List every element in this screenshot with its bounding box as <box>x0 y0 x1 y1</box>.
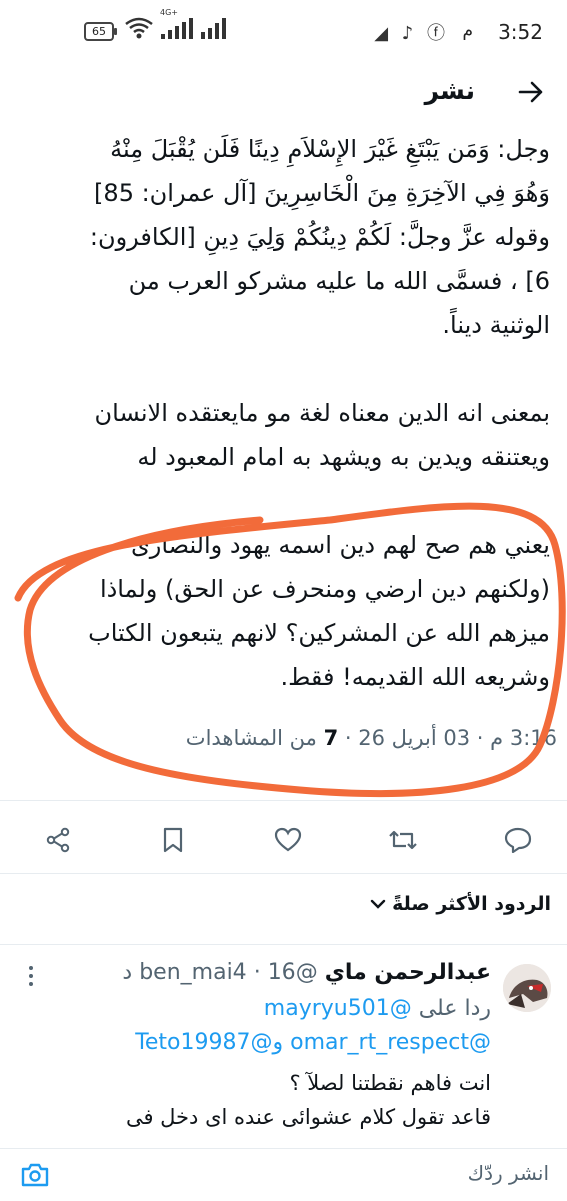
reply-header: عبدالرحمن ماي @ben_mai4 · 16 د <box>122 960 491 985</box>
retweet-button[interactable] <box>383 820 423 860</box>
page-title: نشر <box>424 76 475 105</box>
chevron-down-icon <box>370 899 386 909</box>
reply-line: انت فاهم نقطتنا لصلآ ؟ <box>289 1071 491 1095</box>
reply-text: انت فاهم نقطتنا لصلآ ؟ قاعد تقول كلام عش… <box>21 1066 491 1134</box>
tweet-line: ويعتنقه ويدين به ويشهد به امام المعبود ل… <box>137 443 550 471</box>
tweet-line: يعني هم صح لهم دين اسمه يهود والنصارى <box>130 531 550 559</box>
reply-mentions[interactable]: @omar_rt_respect و@Teto19987 <box>135 1030 491 1055</box>
tweet-line: وجل: وَمَن يَبْتَغِ غَيْرَ الإِسْلاَمِ د… <box>110 135 550 163</box>
tweet-line: (ولكنهم دين ارضي ومنحرف عن الحق) ولماذا <box>99 575 550 603</box>
reply-button[interactable] <box>498 820 538 860</box>
signal-icon-2 <box>201 18 226 39</box>
tweet-line: بمعنى انه الدين معناه لغة مو مايعتقده ال… <box>94 399 550 427</box>
avatar[interactable] <box>503 964 551 1012</box>
reply-line: قاعد تقول كلام عشوائى عنده اى دخل فى <box>125 1105 491 1129</box>
tweet-line: وقوله عزَّ وجلَّ: لَكُمْ دِينُكُمْ وَلِي… <box>89 223 550 251</box>
tweet-text: وجل: وَمَن يَبْتَغِ غَيْرَ الإِسْلاَمِ د… <box>20 127 550 699</box>
retweet-icon <box>389 830 417 850</box>
camera-icon[interactable] <box>20 1161 50 1189</box>
share-button[interactable] <box>38 820 78 860</box>
like-button[interactable] <box>268 820 308 860</box>
tweet-line: ميزهم الله عن المشركين؟ لانهم يتبعون الك… <box>88 619 550 647</box>
divider <box>0 800 567 801</box>
share-icon <box>46 827 70 853</box>
reply-input[interactable]: انشر ردّك <box>468 1161 549 1185</box>
replying-to-prefix: ردا على <box>418 996 491 1021</box>
heart-icon <box>274 827 302 852</box>
views-label: من المشاهدات <box>185 726 317 750</box>
tweet-time: 3:16 م <box>490 726 557 750</box>
notification-icons: ◢ ♪ ⓕ <box>374 23 449 44</box>
tweet-line: وَهُوَ فِي الآخِرَةِ مِنَ الْخَاسِرِينَ … <box>94 179 550 207</box>
battery-indicator: 65 <box>84 22 117 41</box>
divider <box>0 873 567 874</box>
tweet-line: 6] ، فسمَّى الله ما عليه مشركو العرب من <box>128 267 550 295</box>
back-button[interactable] <box>511 72 551 112</box>
status-ampm: م <box>462 21 473 41</box>
signal-icon <box>161 18 193 39</box>
views-count: 7 <box>323 726 339 750</box>
more-options-icon[interactable] <box>26 964 36 988</box>
bookmark-button[interactable] <box>153 820 193 860</box>
bookmark-icon <box>163 827 183 853</box>
divider <box>0 944 567 945</box>
tweet-date: 03 أبريل 26 <box>358 726 471 750</box>
replies-sort-selector[interactable]: الردود الأكثر صلةً <box>370 893 551 915</box>
avatar-image <box>503 964 551 1012</box>
tweet-actions <box>0 810 567 870</box>
tweet-line: الوثنية ديناً. <box>442 311 550 339</box>
comment-icon <box>504 827 532 853</box>
reply-composer[interactable]: انشر ردّك <box>0 1148 567 1201</box>
replying-to: ردا على @mayryu501 <box>264 996 491 1021</box>
top-app-bar: نشر <box>0 62 567 122</box>
tweet-meta: 3:16 م · 03 أبريل 26 · 7 من المشاهدات <box>185 726 557 750</box>
sort-label: الردود الأكثر صلةً <box>392 893 551 915</box>
wifi-icon <box>125 17 153 39</box>
status-bar: 65 4G+ ◢ ♪ ⓕ م 3:52 <box>0 0 567 62</box>
network-type: 4G+ <box>160 8 178 17</box>
mention-link[interactable]: @mayryu501 <box>264 996 412 1021</box>
reply-author-name[interactable]: عبدالرحمن ماي <box>325 960 491 985</box>
reply-tweet[interactable]: عبدالرحمن ماي @ben_mai4 · 16 د ردا على @… <box>0 950 567 1150</box>
tweet-line: وشريعه الله القديمه! فقط. <box>280 663 550 691</box>
status-time: 3:52 <box>498 20 543 44</box>
arrow-back-icon <box>518 81 543 103</box>
